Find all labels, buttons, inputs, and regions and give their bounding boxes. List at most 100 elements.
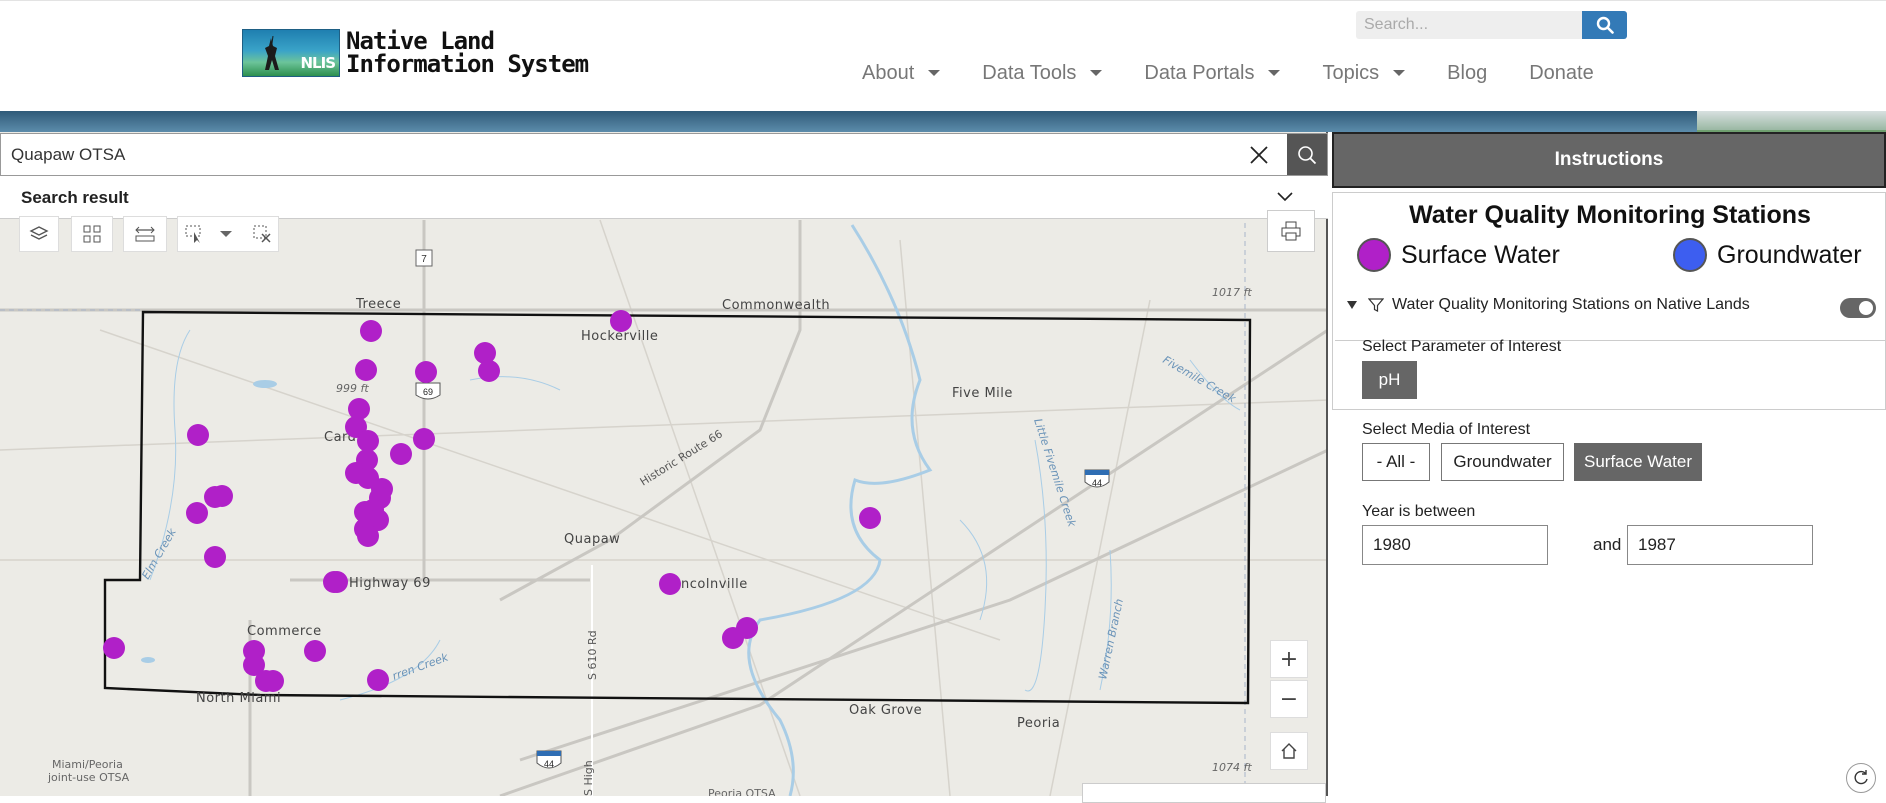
zoom-out-button[interactable]: − bbox=[1270, 680, 1308, 718]
layers-button[interactable] bbox=[19, 216, 59, 252]
legend-groundwater: Groundwater bbox=[1673, 238, 1862, 272]
site-header: NLIS Native Land Information System Abou… bbox=[0, 0, 1886, 111]
station-marker[interactable] bbox=[722, 627, 744, 649]
filter-icon bbox=[1368, 298, 1384, 312]
nav-data-portals[interactable]: Data Portals bbox=[1144, 59, 1281, 87]
nav-topics-label: Topics bbox=[1322, 61, 1380, 84]
station-marker[interactable] bbox=[262, 670, 284, 692]
nav-data-tools-label: Data Tools bbox=[982, 61, 1077, 84]
chevron-down-icon[interactable] bbox=[1276, 191, 1294, 203]
label-commonwealth: Commonwealth bbox=[722, 298, 830, 313]
layers-icon bbox=[29, 226, 49, 240]
basemap-gallery-button[interactable] bbox=[71, 216, 113, 252]
station-marker[interactable] bbox=[413, 428, 435, 450]
route-7-shield: 7 bbox=[415, 249, 433, 267]
site-search-button[interactable] bbox=[1582, 11, 1627, 39]
refresh-button[interactable] bbox=[1846, 763, 1876, 793]
station-marker[interactable] bbox=[211, 485, 233, 507]
station-marker[interactable] bbox=[659, 573, 681, 595]
svg-text:69: 69 bbox=[423, 387, 433, 397]
nav-about[interactable]: About bbox=[862, 59, 941, 87]
station-marker[interactable] bbox=[859, 507, 881, 529]
nav-topics[interactable]: Topics bbox=[1322, 59, 1406, 87]
nav-blog-label: Blog bbox=[1447, 61, 1488, 84]
label-north-miami: North Miami bbox=[196, 691, 281, 706]
select-tool-button[interactable] bbox=[177, 216, 279, 252]
media-surface-water-chip[interactable]: Surface Water bbox=[1574, 443, 1702, 481]
expand-triangle-icon[interactable] bbox=[1346, 300, 1358, 310]
media-label: Select Media of Interest bbox=[1362, 421, 1531, 438]
chevron-down-icon bbox=[1090, 70, 1103, 76]
logo-badge: NLIS bbox=[300, 54, 336, 72]
horse-rider-icon bbox=[265, 36, 279, 70]
print-button[interactable] bbox=[1267, 210, 1315, 252]
station-marker[interactable] bbox=[355, 359, 377, 381]
media-groundwater-chip[interactable]: Groundwater bbox=[1441, 443, 1564, 481]
station-marker[interactable] bbox=[187, 424, 209, 446]
nav-donate[interactable]: Donate bbox=[1529, 59, 1594, 87]
nav-about-label: About bbox=[862, 61, 915, 84]
station-marker[interactable] bbox=[103, 637, 125, 659]
label-peoria: Peoria bbox=[1017, 716, 1060, 731]
parameter-label: Select Parameter of Interest bbox=[1362, 338, 1562, 355]
nav-data-tools[interactable]: Data Tools bbox=[982, 59, 1103, 87]
logo-line-2: Information System bbox=[346, 50, 589, 78]
svg-text:7: 7 bbox=[421, 254, 427, 265]
nav-donate-label: Donate bbox=[1529, 61, 1594, 84]
map-search-bar bbox=[0, 133, 1328, 176]
label-joint-use-otsa: joint-use OTSA bbox=[47, 771, 130, 784]
year-label: Year is between bbox=[1362, 503, 1476, 520]
grid-icon bbox=[83, 225, 101, 243]
station-marker[interactable] bbox=[186, 502, 208, 524]
search-result-label: Search result bbox=[21, 188, 129, 207]
station-marker[interactable] bbox=[478, 360, 500, 382]
label-quapaw: Quapaw bbox=[564, 532, 620, 547]
nlis-logo[interactable]: NLIS Native Land Information System bbox=[242, 27, 589, 79]
year-from-input[interactable] bbox=[1362, 525, 1548, 565]
measure-button[interactable] bbox=[123, 216, 167, 252]
label-commerce: Commerce bbox=[247, 624, 322, 639]
measure-icon bbox=[135, 226, 155, 242]
select-cursor-icon bbox=[185, 225, 201, 243]
station-marker[interactable] bbox=[367, 669, 389, 691]
label-peoria-otsa: Peoria OTSA bbox=[708, 787, 776, 796]
home-button[interactable] bbox=[1270, 732, 1308, 770]
groundwater-dot-icon bbox=[1673, 238, 1707, 272]
header-banner bbox=[0, 111, 1886, 132]
zoom-in-button[interactable]: + bbox=[1270, 640, 1308, 678]
parameter-ph-chip[interactable]: pH bbox=[1362, 361, 1417, 399]
layer-visibility-toggle[interactable] bbox=[1840, 298, 1876, 318]
instructions-button[interactable]: Instructions bbox=[1332, 132, 1886, 188]
media-all-chip[interactable]: - All - bbox=[1362, 443, 1430, 481]
printer-icon bbox=[1281, 221, 1301, 241]
station-marker[interactable] bbox=[326, 571, 348, 593]
station-marker[interactable] bbox=[415, 361, 437, 383]
station-marker[interactable] bbox=[390, 443, 412, 465]
label-lincolnville: ncolnville bbox=[681, 577, 748, 592]
layer-header[interactable]: Water Quality Monitoring Stations on Nat… bbox=[1346, 296, 1750, 314]
map-search-input[interactable] bbox=[11, 142, 1231, 168]
chevron-down-icon bbox=[1268, 70, 1281, 76]
svg-text:44: 44 bbox=[544, 759, 554, 769]
station-marker[interactable] bbox=[204, 546, 226, 568]
chevron-down-icon bbox=[928, 70, 941, 76]
map-search-button[interactable] bbox=[1287, 134, 1327, 175]
route-69-shield: 69 bbox=[415, 382, 441, 400]
chevron-down-icon[interactable] bbox=[220, 231, 232, 237]
close-icon[interactable] bbox=[1247, 143, 1271, 167]
clear-selection-icon[interactable] bbox=[252, 224, 272, 244]
label-s-610-rd: S 610 Rd bbox=[586, 630, 599, 680]
station-marker[interactable] bbox=[357, 525, 379, 547]
site-search-input[interactable] bbox=[1356, 11, 1582, 39]
station-marker[interactable] bbox=[304, 640, 326, 662]
year-to-input[interactable] bbox=[1627, 525, 1813, 565]
legend-surface-water: Surface Water bbox=[1357, 238, 1560, 272]
station-marker[interactable] bbox=[357, 430, 379, 452]
home-icon bbox=[1281, 743, 1297, 759]
logo-image: NLIS bbox=[242, 29, 340, 77]
nav-blog[interactable]: Blog bbox=[1447, 59, 1487, 87]
search-result-bar[interactable]: Search result bbox=[0, 176, 1328, 219]
station-marker[interactable] bbox=[360, 320, 382, 342]
station-marker[interactable] bbox=[610, 310, 632, 332]
label-elevation-1074: 1074 ft bbox=[1212, 761, 1252, 774]
